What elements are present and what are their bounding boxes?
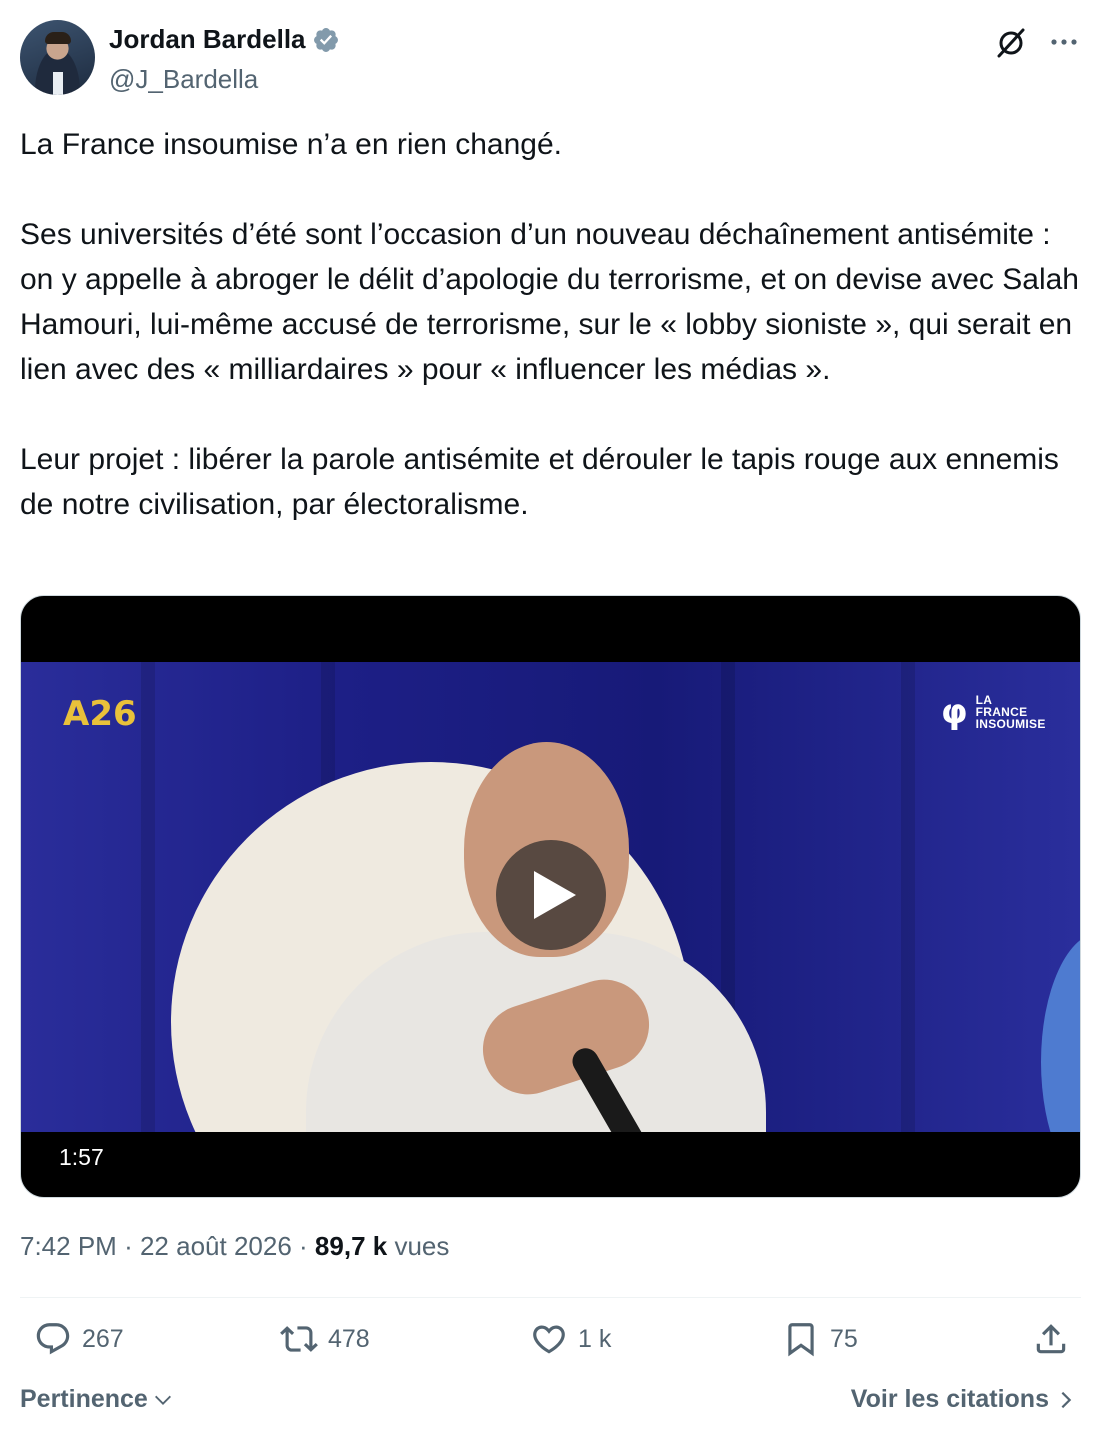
- more-options-icon[interactable]: [1048, 28, 1080, 56]
- reply-button[interactable]: 267: [34, 1320, 124, 1358]
- bookmark-button[interactable]: 75: [782, 1320, 858, 1358]
- like-count: 1 k: [578, 1324, 612, 1353]
- views-count: 89,7 k: [314, 1231, 388, 1261]
- author-name[interactable]: Jordan Bardella: [109, 24, 306, 55]
- view-quotes-label: Voir les citations: [850, 1385, 1049, 1413]
- sort-label: Pertinence: [20, 1385, 148, 1413]
- action-bar: 267 478 1 k 75: [20, 1320, 1081, 1370]
- repost-count: 478: [328, 1324, 370, 1353]
- grok-icon[interactable]: [994, 26, 1028, 60]
- chevron-down-icon: [154, 1395, 171, 1405]
- like-button[interactable]: 1 k: [530, 1320, 611, 1358]
- view-quotes-link[interactable]: Voir les citations: [851, 1385, 1077, 1414]
- play-icon: [534, 871, 576, 919]
- tweet-paragraph: La France insoumise n’a en rien changé.: [20, 128, 562, 161]
- repost-button[interactable]: 478: [280, 1320, 370, 1358]
- tweet-date[interactable]: 22 août 2026: [140, 1231, 292, 1261]
- avatar[interactable]: [20, 20, 95, 95]
- replies-controls: Pertinence Voir les citations: [20, 1385, 1081, 1425]
- tweet-text: La France insoumise n’a en rien changé. …: [20, 122, 1086, 527]
- bookmark-count: 75: [830, 1324, 858, 1353]
- tweet-paragraph: Ses universités d’été sont l’occasion d’…: [20, 218, 1079, 386]
- repost-icon: [280, 1326, 318, 1352]
- video-player[interactable]: A26 φ LA FRANCE INSOUMISE 1:57: [20, 595, 1081, 1198]
- divider: [20, 1297, 1081, 1298]
- tweet-header: Jordan Bardella @J_Bardella: [20, 20, 1086, 100]
- lfi-logo: φ LA FRANCE INSOUMISE: [941, 692, 1046, 732]
- author-handle[interactable]: @J_Bardella: [109, 64, 258, 95]
- reply-count: 267: [82, 1324, 124, 1353]
- share-button[interactable]: [1032, 1320, 1070, 1358]
- sort-dropdown[interactable]: Pertinence: [20, 1385, 174, 1414]
- share-icon: [1036, 1324, 1066, 1354]
- tweet-time[interactable]: 7:42 PM: [20, 1231, 117, 1261]
- play-button[interactable]: [496, 840, 606, 950]
- views-label: vues: [394, 1231, 450, 1261]
- tweet-meta: 7:42 PM · 22 août 2026 · 89,7 k vues: [20, 1231, 450, 1261]
- bookmark-icon: [788, 1323, 814, 1357]
- video-duration: 1:57: [59, 1144, 104, 1170]
- a26-logo: A26: [63, 694, 137, 734]
- author-name-row: Jordan Bardella: [109, 24, 340, 55]
- heart-icon: [533, 1325, 565, 1354]
- chevron-right-icon: [1061, 1391, 1072, 1408]
- reply-icon: [36, 1323, 70, 1355]
- tweet-paragraph: Leur projet : libérer la parole antisémi…: [20, 443, 1059, 521]
- verified-badge-icon: [313, 27, 338, 52]
